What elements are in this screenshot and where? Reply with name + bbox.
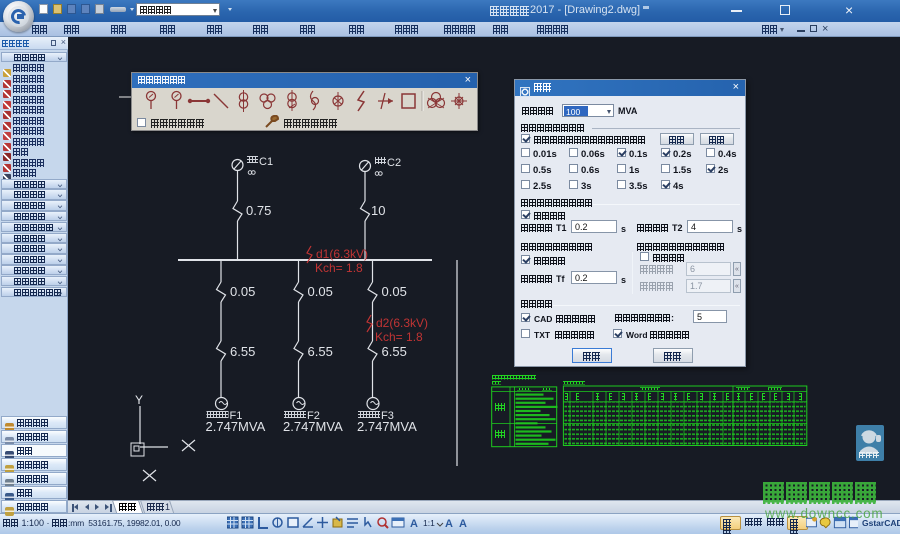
svg-text:2.747MVA: 2.747MVA <box>357 419 417 434</box>
svg-text:6.55: 6.55 <box>382 344 407 359</box>
svg-text:A: A <box>459 518 467 530</box>
svg-text:6.55: 6.55 <box>308 344 333 359</box>
svg-text:d1(6.3kV): d1(6.3kV) <box>316 247 368 261</box>
svg-text:6.55: 6.55 <box>230 344 255 359</box>
svg-text:1:1: 1:1 <box>423 518 435 528</box>
svg-text:0.05: 0.05 <box>230 284 255 299</box>
svg-text:Kch= 1.8: Kch= 1.8 <box>375 330 423 344</box>
svg-text:2.747MVA: 2.747MVA <box>206 419 266 434</box>
svg-text:2.747MVA: 2.747MVA <box>283 419 343 434</box>
svg-text:d2(6.3kV): d2(6.3kV) <box>376 316 428 330</box>
svg-text:C2: C2 <box>387 157 401 169</box>
svg-text:A: A <box>410 518 418 530</box>
svg-text:0.75: 0.75 <box>246 203 271 218</box>
svg-text:C1: C1 <box>259 156 273 168</box>
svg-text:A: A <box>445 518 453 530</box>
svg-text:Kch= 1.8: Kch= 1.8 <box>315 261 363 275</box>
svg-text:Y: Y <box>135 393 143 407</box>
svg-text:10: 10 <box>371 203 385 218</box>
svg-text:0.05: 0.05 <box>382 284 407 299</box>
svg-text:0.05: 0.05 <box>308 284 333 299</box>
